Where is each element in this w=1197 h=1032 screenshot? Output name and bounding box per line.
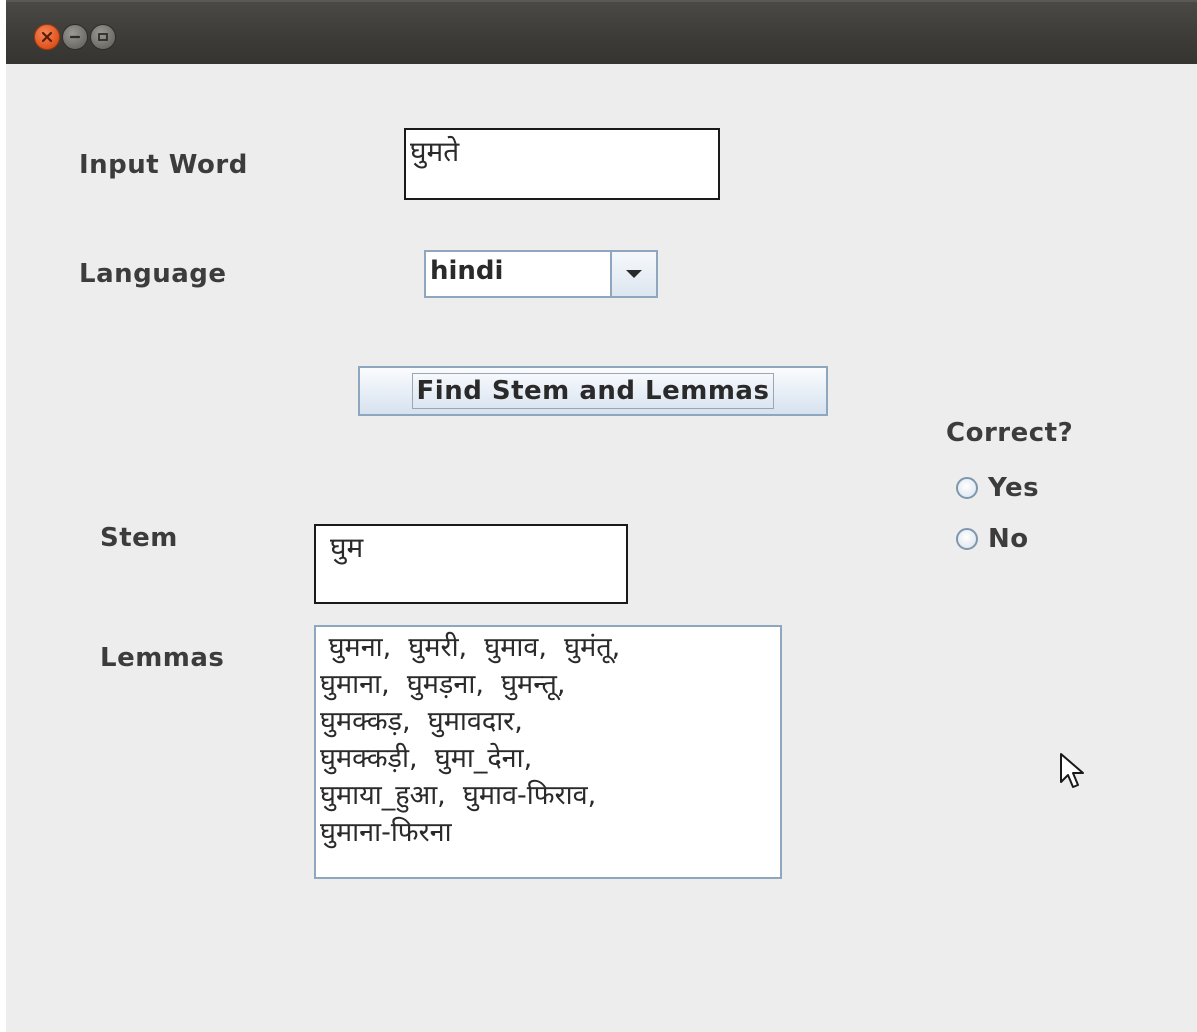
minimize-icon — [69, 35, 81, 39]
language-selected-value: hindi — [430, 256, 504, 286]
input-word-field[interactable]: घुमते — [404, 128, 720, 200]
find-button-label: Find Stem and Lemmas — [411, 373, 775, 409]
mouse-pointer-icon — [1060, 753, 1084, 788]
radio-no[interactable]: No — [956, 524, 1029, 554]
dropdown-button[interactable] — [610, 252, 656, 296]
chevron-down-icon — [626, 270, 642, 278]
radio-no-circle[interactable] — [956, 528, 978, 550]
language-select[interactable]: hindi — [424, 250, 658, 298]
app-window: Input Word घुमते Language hindi Find Ste… — [6, 0, 1197, 1032]
lemmas-textarea[interactable]: घुमना, घुमरी, घुमाव, घुमंतू, घुमाना, घुम… — [314, 625, 782, 879]
radio-yes-label: Yes — [988, 473, 1040, 503]
input-word-label: Input Word — [79, 150, 248, 180]
radio-yes-circle[interactable] — [956, 477, 978, 499]
find-stem-lemmas-button[interactable]: Find Stem and Lemmas — [358, 366, 828, 416]
language-label: Language — [79, 259, 227, 289]
maximize-icon — [98, 33, 108, 41]
stem-field[interactable]: घुम — [314, 524, 628, 604]
stem-label: Stem — [100, 523, 178, 553]
title-bar — [6, 0, 1197, 64]
maximize-button[interactable] — [90, 24, 116, 50]
radio-no-label: No — [988, 524, 1029, 554]
correct-question-label: Correct? — [946, 418, 1074, 448]
close-button[interactable] — [34, 24, 60, 50]
lemmas-label: Lemmas — [100, 643, 225, 673]
close-icon — [41, 31, 53, 43]
radio-yes[interactable]: Yes — [956, 473, 1039, 503]
minimize-button[interactable] — [62, 24, 88, 50]
